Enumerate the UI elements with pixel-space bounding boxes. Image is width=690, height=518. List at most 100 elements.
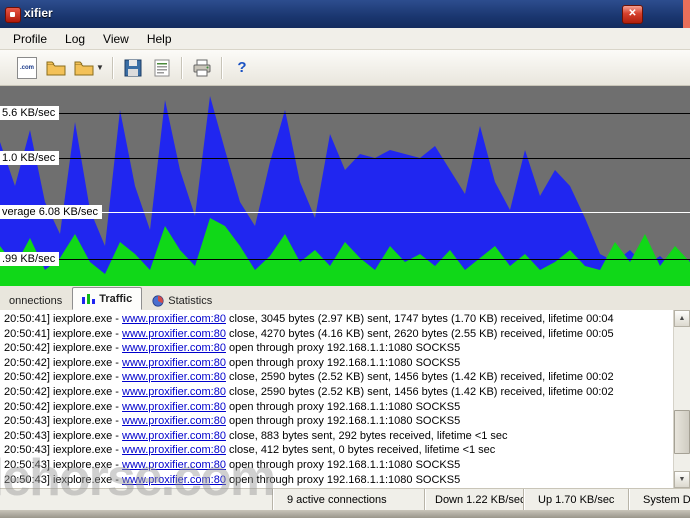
help-icon: ? (237, 59, 247, 76)
log-app-name: iexplore.exe - (52, 313, 123, 325)
log-line: 20:50:43] iexplore.exe - www.proxifier.c… (4, 473, 672, 488)
status-download-speed: Down 1.22 KB/sec (424, 489, 523, 511)
graph-axis-label: 1.0 KB/sec (0, 151, 60, 165)
window-edge-fragment (683, 0, 690, 28)
menu-help[interactable]: Help (138, 30, 181, 48)
log-scrollbar[interactable]: ▲ ▼ (673, 310, 690, 488)
tab-connections[interactable]: onnections (0, 291, 71, 310)
window-title: xifier (24, 6, 53, 20)
log-timestamp: 20:50:43] (4, 415, 53, 428)
log-timestamp: 20:50:43] (4, 473, 53, 486)
title-bar[interactable]: xifier ✕ (0, 0, 690, 28)
tab-statistics[interactable]: Statistics (143, 291, 221, 310)
graph-gridline (0, 259, 690, 260)
log-timestamp: 20:50:43] (4, 444, 53, 457)
log-line: 20:50:43] iexplore.exe - www.proxifier.c… (4, 414, 672, 429)
log-message: open through proxy 192.168.1.1:1080 SOCK… (225, 342, 461, 355)
log-app-name: iexplore.exe - (52, 327, 123, 340)
scrollbar-up-arrow[interactable]: ▲ (674, 310, 690, 327)
log-area: 20:50:41] iexplore.exe - www.proxifier.c… (0, 310, 690, 488)
log-host-link[interactable]: www.proxifier.com:80 (122, 386, 226, 398)
toolbar-separator (181, 56, 183, 79)
status-active-connections: 9 active connections (272, 489, 424, 511)
printer-icon (193, 59, 211, 76)
log-window-button[interactable] (149, 55, 175, 81)
log-timestamp: 20:50:42] (4, 400, 53, 413)
log-app-name: iexplore.exe - (52, 342, 123, 355)
graph-gridline (0, 212, 690, 213)
folder-icon (74, 61, 94, 75)
log-host-link[interactable]: www.proxifier.com:80 (122, 459, 226, 471)
log-message: open through proxy 192.168.1.1:1080 SOCK… (225, 473, 461, 486)
close-button[interactable]: ✕ (622, 5, 643, 24)
save-profile-button[interactable] (120, 55, 146, 81)
log-message: close, 883 bytes sent, 292 bytes receive… (225, 429, 508, 442)
toolbar-separator (221, 56, 223, 79)
log-host-link[interactable]: www.proxifier.com:80 (122, 444, 226, 456)
log-app-name: iexplore.exe - (52, 415, 123, 428)
log-line: 20:50:42] iexplore.exe - www.proxifier.c… (4, 385, 672, 400)
log-host-link[interactable]: www.proxifier.com:80 (122, 474, 226, 486)
tab-statistics-label: Statistics (168, 294, 213, 307)
log-line: 20:50:42] iexplore.exe - www.proxifier.c… (4, 341, 672, 356)
log-host-link[interactable]: www.proxifier.com:80 (122, 313, 226, 325)
statistics-pie-icon (152, 294, 164, 307)
log-timestamp: 20:50:42] (4, 385, 53, 398)
log-app-name: iexplore.exe - (52, 429, 123, 442)
traffic-chart-icon (82, 293, 96, 304)
log-host-link[interactable]: www.proxifier.com:80 (122, 430, 226, 442)
status-upload-speed: Up 1.70 KB/sec (523, 489, 628, 511)
menu-bar: Profile Log View Help (0, 28, 690, 50)
traffic-graph: 5.6 KB/sec 1.0 KB/sec verage 6.08 KB/sec .9… (0, 86, 690, 286)
log-app-name: iexplore.exe - (52, 356, 123, 369)
menu-log[interactable]: Log (56, 30, 94, 48)
log-app-name: iexplore.exe - (52, 458, 123, 471)
scrollbar-thumb[interactable] (674, 410, 690, 454)
log-timestamp: 20:50:42] (4, 342, 53, 355)
log-app-name: iexplore.exe - (52, 400, 123, 413)
log-message: close, 2590 bytes (2.52 KB) sent, 1456 b… (225, 371, 614, 384)
window-bottom-border (0, 510, 690, 518)
log-message: close, 412 bytes sent, 0 bytes received,… (225, 444, 496, 457)
log-message: open through proxy 192.168.1.1:1080 SOCK… (225, 458, 461, 471)
log-line: 20:50:41] iexplore.exe - www.proxifier.c… (4, 327, 672, 342)
save-icon (124, 59, 142, 76)
status-profile-name: System D (628, 489, 690, 511)
log-message: close, 3045 bytes (2.97 KB) sent, 1747 b… (225, 313, 614, 325)
log-line: 20:50:43] iexplore.exe - www.proxifier.c… (4, 443, 672, 458)
log-host-link[interactable]: www.proxifier.com:80 (122, 415, 226, 427)
menu-view[interactable]: View (94, 30, 138, 48)
log-icon (154, 59, 170, 76)
log-line: 20:50:43] iexplore.exe - www.proxifier.c… (4, 429, 672, 444)
graph-gridline (0, 158, 690, 159)
log-host-link[interactable]: www.proxifier.com:80 (122, 342, 226, 354)
log-message: open through proxy 192.168.1.1:1080 SOCK… (225, 400, 461, 413)
tab-traffic[interactable]: Traffic (72, 287, 143, 310)
log-host-link[interactable]: www.proxifier.com:80 (122, 401, 226, 413)
menu-profile[interactable]: Profile (4, 30, 56, 48)
tab-connections-label: onnections (9, 294, 63, 307)
graph-axis-label: .99 KB/sec (0, 252, 60, 266)
log-timestamp: 20:50:42] (4, 371, 53, 384)
log-list: 20:50:41] iexplore.exe - www.proxifier.c… (4, 312, 672, 487)
log-app-name: iexplore.exe - (52, 371, 123, 384)
log-app-name: iexplore.exe - (52, 473, 123, 486)
graph-axis-label: verage 6.08 KB/sec (0, 205, 103, 219)
print-button[interactable] (189, 55, 215, 81)
proxification-rules-button[interactable]: .com (14, 55, 40, 81)
recent-profiles-button[interactable]: ▼ (72, 55, 106, 81)
log-timestamp: 20:50:42] (4, 356, 53, 369)
log-timestamp: 20:50:43] (4, 458, 53, 471)
help-button[interactable]: ? (229, 55, 255, 81)
proxifier-window: xifier ✕ Profile Log View Help .com ▼ ? … (0, 0, 690, 518)
open-profile-button[interactable] (43, 55, 69, 81)
log-message: close, 4270 bytes (4.16 KB) sent, 2620 b… (225, 327, 614, 340)
status-bar: 9 active connections Down 1.22 KB/sec Up… (0, 488, 690, 511)
log-line: 20:50:42] iexplore.exe - www.proxifier.c… (4, 400, 672, 415)
scrollbar-down-arrow[interactable]: ▼ (674, 471, 690, 488)
log-host-link[interactable]: www.proxifier.com:80 (122, 371, 226, 383)
log-timestamp: 20:50:41] (4, 327, 53, 340)
log-host-link[interactable]: www.proxifier.com:80 (122, 357, 226, 369)
log-host-link[interactable]: www.proxifier.com:80 (122, 328, 226, 340)
log-line: 20:50:42] iexplore.exe - www.proxifier.c… (4, 356, 672, 371)
